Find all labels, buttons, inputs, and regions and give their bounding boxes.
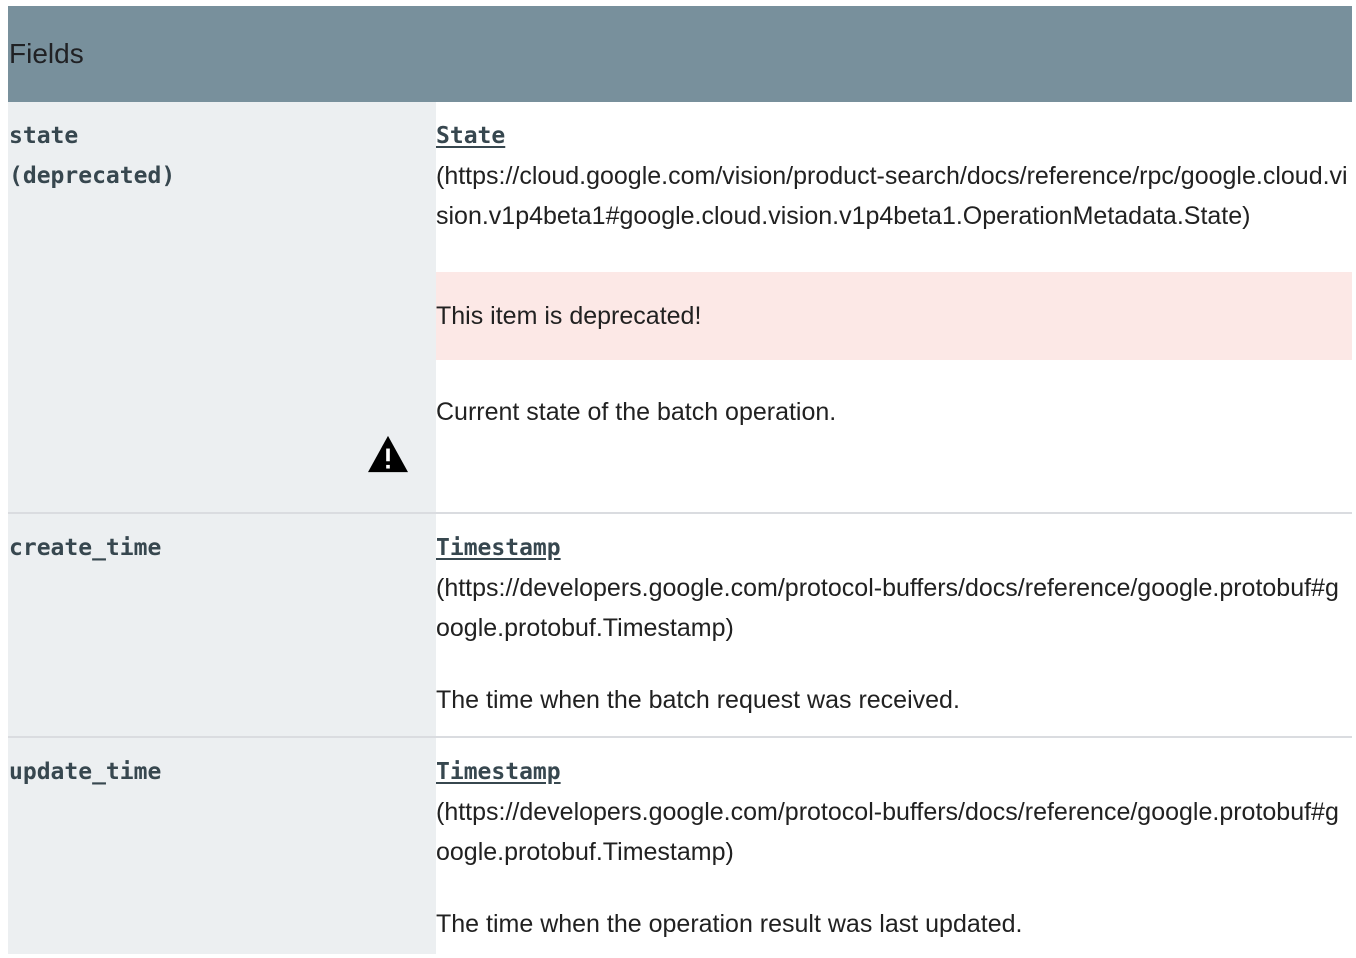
type-url: (https://developers.google.com/protocol-… bbox=[436, 798, 1339, 866]
deprecation-warning: This item is deprecated! bbox=[436, 272, 1352, 360]
field-description: The time when the operation result was l… bbox=[436, 910, 1023, 938]
field-description-cell: Timestamp (https://developers.google.com… bbox=[436, 514, 1352, 736]
type-url: (https://cloud.google.com/vision/product… bbox=[436, 162, 1348, 230]
field-name: create_time bbox=[9, 535, 162, 561]
field-description-cell: State (https://cloud.google.com/vision/p… bbox=[436, 102, 1352, 512]
field-deprecated-label: (deprecated) bbox=[9, 163, 176, 189]
warning-icon bbox=[368, 435, 408, 473]
field-description: The time when the batch request was rece… bbox=[436, 686, 960, 714]
table-row: create_time Timestamp (https://developer… bbox=[8, 514, 1352, 738]
field-name: update_time bbox=[9, 759, 162, 785]
type-link[interactable]: Timestamp bbox=[436, 528, 1352, 568]
field-description-cell: Timestamp (https://developers.google.com… bbox=[436, 738, 1352, 954]
table-row: state (deprecated) State (https://cloud.… bbox=[8, 102, 1352, 514]
table-header: Fields bbox=[8, 6, 1352, 102]
field-name-line: state bbox=[9, 123, 79, 149]
field-name-cell: state (deprecated) bbox=[8, 102, 436, 512]
field-name-cell: update_time bbox=[8, 738, 436, 954]
fields-table: Fields state (deprecated) State (https:/… bbox=[8, 6, 1352, 954]
type-link[interactable]: State bbox=[436, 116, 1352, 156]
field-name: state (deprecated) bbox=[9, 116, 436, 196]
table-row: update_time Timestamp (https://developer… bbox=[8, 738, 1352, 954]
field-description: Current state of the batch operation. bbox=[436, 398, 837, 426]
type-link[interactable]: Timestamp bbox=[436, 752, 1352, 792]
type-url: (https://developers.google.com/protocol-… bbox=[436, 574, 1339, 642]
field-name-cell: create_time bbox=[8, 514, 436, 736]
